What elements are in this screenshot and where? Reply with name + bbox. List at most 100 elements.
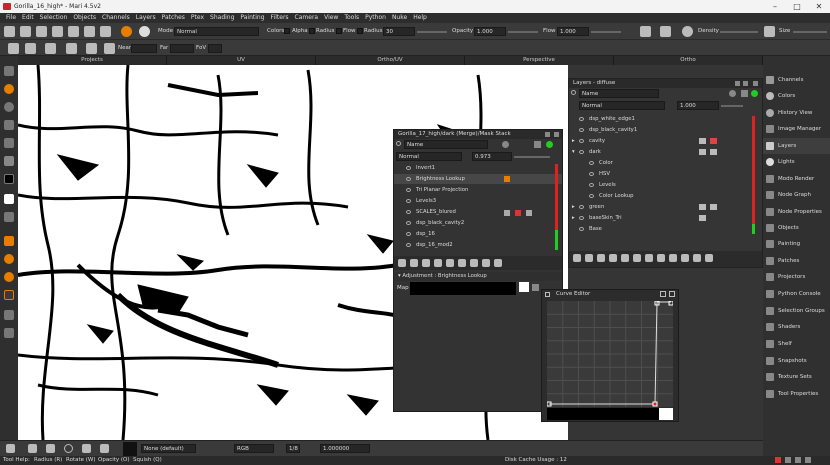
brush-shape-icon[interactable]	[139, 26, 150, 37]
menu-patches[interactable]: Patches	[159, 13, 188, 23]
mask-opacity-field[interactable]: 0.973	[472, 152, 512, 161]
mask-layer-row[interactable]: Invert1	[394, 163, 562, 173]
menu-shading[interactable]: Shading	[207, 13, 237, 23]
channel-icon[interactable]	[741, 90, 748, 97]
mask-layer-row[interactable]: Tri Planar Projection	[394, 185, 562, 195]
layer-row[interactable]: Base	[569, 224, 762, 234]
mask-layer-row[interactable]: dsp_16	[394, 229, 562, 239]
palette-close-icon[interactable]	[753, 81, 758, 86]
move-icon[interactable]	[28, 444, 37, 453]
mirror-icon[interactable]	[660, 26, 671, 37]
add-layer-icon[interactable]	[573, 254, 581, 262]
add-procedural-icon[interactable]	[597, 254, 605, 262]
flow-field[interactable]: 1.000	[557, 27, 589, 36]
menu-help[interactable]: Help	[410, 13, 430, 23]
lazy-mouse-icon[interactable]	[640, 26, 651, 37]
layer-opacity-slider[interactable]	[721, 105, 743, 107]
layer-row[interactable]: ▾ dark	[569, 147, 762, 157]
sidebar-item-painting[interactable]: Painting	[763, 236, 830, 252]
sidebar-item-shelf[interactable]: Shelf	[763, 336, 830, 352]
projection-tool-icon[interactable]	[4, 272, 14, 282]
eye-icon[interactable]	[579, 128, 584, 132]
eye-icon[interactable]	[406, 243, 411, 247]
palette-dock-icon[interactable]	[743, 81, 748, 86]
eyedropper-icon[interactable]	[4, 156, 14, 166]
close-window-button[interactable]: ✕	[808, 0, 830, 13]
mask-opacity-slider[interactable]	[514, 156, 550, 158]
tab-projects[interactable]: Projects	[18, 56, 167, 65]
size-slider[interactable]	[793, 31, 827, 33]
cache-icon[interactable]	[669, 254, 677, 262]
palette-close-icon[interactable]	[554, 132, 559, 137]
duplicate-layer-icon[interactable]	[458, 259, 466, 267]
scale-icon[interactable]	[82, 444, 91, 453]
sidebar-item-lights[interactable]: Lights	[763, 154, 830, 170]
menu-nuke[interactable]: Nuke	[389, 13, 410, 23]
curve-edit-icon[interactable]	[532, 284, 539, 291]
view-mode-icon[interactable]	[25, 43, 36, 54]
eye-icon[interactable]	[579, 216, 584, 220]
menu-painting[interactable]: Painting	[237, 13, 267, 23]
channel-dropdown[interactable]: RGB	[234, 444, 274, 453]
squish-icon[interactable]	[100, 444, 109, 453]
layer-row[interactable]: HSV	[569, 169, 762, 179]
cache-icon[interactable]	[482, 259, 490, 267]
curve-map-preview[interactable]	[410, 282, 516, 295]
near-field[interactable]	[131, 44, 157, 53]
blend-mode-dropdown[interactable]: Normal	[174, 27, 259, 36]
transform-tool-icon[interactable]	[4, 254, 14, 264]
radius-slider[interactable]	[417, 31, 447, 33]
radius-field[interactable]: 30	[383, 27, 415, 36]
menu-layers[interactable]: Layers	[133, 13, 159, 23]
eye-icon[interactable]	[589, 161, 594, 165]
eraser-tool-icon[interactable]	[4, 102, 14, 112]
layer-row[interactable]: dsp_white_edge1	[569, 114, 762, 124]
sidebar-item-layers[interactable]: Layers	[763, 138, 830, 154]
density-icon[interactable]	[682, 26, 693, 37]
lock-layer-icon[interactable]	[693, 254, 701, 262]
export-icon[interactable]	[84, 26, 95, 37]
layer-row[interactable]: ▸ baseSkin_Tri	[569, 213, 762, 223]
add-procedural-icon[interactable]	[422, 259, 430, 267]
flow-slider[interactable]	[591, 31, 621, 33]
undo-icon[interactable]	[52, 26, 63, 37]
sidebar-item-projectors[interactable]: Projectors	[763, 269, 830, 285]
mask-layer-row[interactable]: SCALES_blured	[394, 207, 562, 217]
delete-layer-icon[interactable]	[494, 259, 502, 267]
fill-tool-icon[interactable]	[4, 236, 14, 246]
lights-tool-icon[interactable]	[4, 328, 14, 338]
mask-icon[interactable]	[710, 204, 717, 210]
preset-dropdown[interactable]: None (default)	[141, 444, 196, 453]
density-slider[interactable]	[720, 31, 758, 33]
camera-icon[interactable]	[8, 43, 19, 54]
projection-icon[interactable]	[104, 43, 115, 54]
close-icon[interactable]	[669, 291, 675, 297]
layer-row[interactable]: Levels	[569, 180, 762, 190]
add-adjustment-icon[interactable]	[410, 259, 418, 267]
layer-row[interactable]: ▸ cavity	[569, 136, 762, 146]
eye-icon[interactable]	[579, 227, 584, 231]
mask-search-mode[interactable]: Name	[404, 140, 488, 149]
menu-selection[interactable]: Selection	[37, 13, 71, 23]
shading-icon[interactable]	[66, 43, 77, 54]
clone-tool-icon[interactable]	[4, 138, 14, 148]
eye-icon[interactable]	[406, 177, 411, 181]
add-adjustment-icon[interactable]	[585, 254, 593, 262]
eye-icon[interactable]	[406, 221, 411, 225]
paint-buffer-icon[interactable]	[4, 310, 14, 320]
tab-uv[interactable]: UV	[167, 56, 316, 65]
mask-icon[interactable]	[710, 138, 717, 144]
menu-filters[interactable]: Filters	[268, 13, 292, 23]
flatten-icon[interactable]	[657, 254, 665, 262]
sidebar-item-node-graph[interactable]: Node Graph	[763, 187, 830, 203]
maximize-button[interactable]: □	[786, 0, 808, 13]
tab-perspective[interactable]: Perspective	[465, 56, 614, 65]
paint-tool-icon[interactable]	[4, 84, 14, 94]
menu-file[interactable]: File	[3, 13, 19, 23]
tab-ortho[interactable]: Ortho	[614, 56, 763, 65]
collapse-arrow-icon[interactable]: ▾	[572, 147, 575, 157]
expand-arrow-icon[interactable]: ▸	[572, 202, 575, 212]
sidebar-item-colors[interactable]: Colors	[763, 88, 830, 104]
eye-icon[interactable]	[406, 199, 411, 203]
expand-arrow-icon[interactable]: ▸	[572, 136, 575, 146]
